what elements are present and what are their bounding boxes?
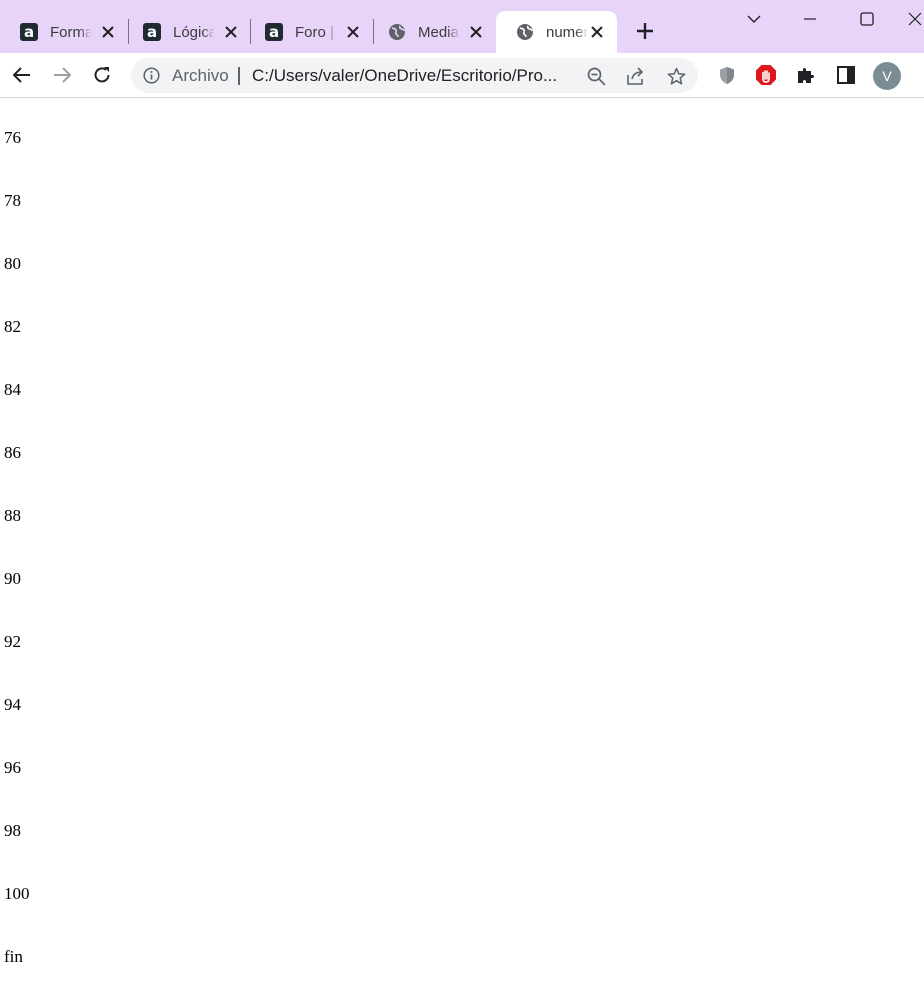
profile-avatar[interactable]: V	[873, 62, 901, 90]
extensions-button[interactable]	[795, 64, 817, 86]
close-window-button[interactable]	[908, 6, 924, 32]
url-text[interactable]: C:/Users/valer/OneDrive/Escritorio/Pro..…	[252, 66, 572, 86]
globe-icon	[388, 23, 406, 41]
number-line: 80	[4, 254, 21, 273]
close-icon[interactable]	[100, 24, 116, 40]
maximize-icon	[860, 12, 874, 26]
alura-icon: a	[265, 23, 283, 41]
plus-icon	[637, 23, 653, 39]
maximize-button[interactable]	[852, 6, 882, 32]
alura-icon: a	[20, 23, 38, 41]
side-panel-icon	[837, 66, 855, 84]
number-line: 82	[4, 317, 21, 336]
adblock-icon	[756, 65, 776, 85]
info-icon[interactable]	[143, 67, 160, 84]
zoom-button[interactable]	[586, 66, 606, 86]
browser-toolbar: Archivo C:/Users/valer/OneDrive/Escritor…	[0, 53, 924, 98]
tab-title: Foro |	[295, 23, 334, 41]
number-line: 100	[4, 884, 30, 903]
number-line: 78	[4, 191, 21, 210]
close-icon[interactable]	[589, 24, 605, 40]
tab-title: Forma	[50, 23, 92, 41]
tab-strip: a Forma a Lógica a Foro | Media numer	[0, 0, 924, 53]
number-line: 98	[4, 821, 21, 840]
zoom-out-icon	[587, 67, 606, 86]
tab-0[interactable]: a Forma	[0, 11, 128, 53]
number-line: 88	[4, 506, 21, 525]
new-tab-button[interactable]	[634, 20, 656, 42]
minimize-icon	[804, 18, 816, 20]
number-line: 90	[4, 569, 21, 588]
number-line: 86	[4, 443, 21, 462]
tab-4-active[interactable]: numer	[496, 11, 617, 53]
puzzle-icon	[798, 68, 814, 83]
forward-button[interactable]	[50, 63, 74, 87]
address-bar[interactable]: Archivo C:/Users/valer/OneDrive/Escritor…	[131, 58, 698, 93]
tab-title: numer	[546, 23, 588, 41]
star-icon	[667, 67, 685, 85]
number-line: 94	[4, 695, 21, 714]
page-content: 76 78 80 82 84 86 88 90 92 94 96 98 100 …	[0, 99, 924, 1002]
tab-3[interactable]: Media	[368, 11, 496, 53]
tab-title: Lógica	[173, 23, 215, 41]
tab-1[interactable]: a Lógica	[123, 11, 251, 53]
extension-adblock-button[interactable]	[755, 64, 777, 86]
bookmark-button[interactable]	[666, 66, 686, 86]
number-line: 92	[4, 632, 21, 651]
share-button[interactable]	[625, 66, 645, 86]
number-line: 76	[4, 128, 21, 147]
close-icon[interactable]	[468, 24, 484, 40]
site-info-label[interactable]: Archivo	[172, 66, 229, 86]
share-icon	[627, 66, 644, 85]
end-line: fin	[4, 947, 23, 966]
close-icon	[908, 12, 922, 26]
alura-icon: a	[143, 23, 161, 41]
tab-search-button[interactable]	[739, 6, 769, 32]
back-button[interactable]	[10, 63, 34, 87]
divider	[238, 67, 240, 85]
close-icon[interactable]	[223, 24, 239, 40]
number-line: 84	[4, 380, 21, 399]
tab-title: Media	[418, 23, 459, 41]
arrow-left-icon	[13, 67, 30, 83]
side-panel-button[interactable]	[835, 64, 857, 86]
number-line: 96	[4, 758, 21, 777]
globe-icon	[516, 23, 534, 41]
reload-icon	[94, 67, 110, 83]
minimize-button[interactable]	[795, 6, 825, 32]
close-icon[interactable]	[345, 24, 361, 40]
arrow-right-icon	[54, 67, 71, 83]
chevron-down-icon	[747, 15, 761, 23]
tab-2[interactable]: a Foro |	[245, 11, 373, 53]
reload-button[interactable]	[90, 63, 114, 87]
extension-privacy-button[interactable]	[716, 64, 738, 86]
shield-icon	[720, 66, 734, 84]
